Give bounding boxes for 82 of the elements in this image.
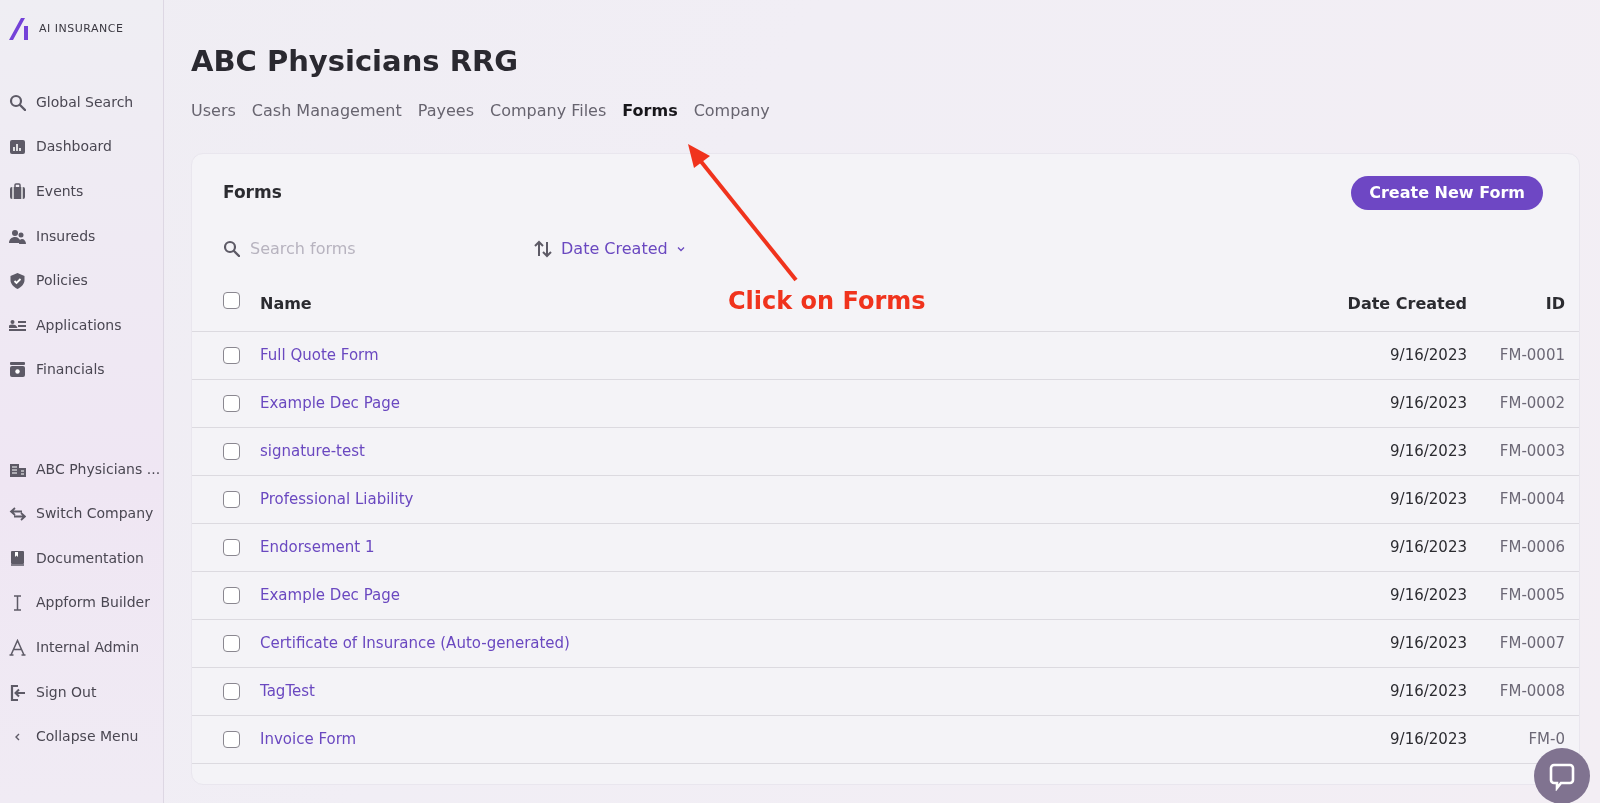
checkbox[interactable]: [223, 586, 240, 604]
people-icon: [9, 227, 26, 245]
page-title: ABC Physicians RRG: [191, 44, 520, 79]
sort-icon: [533, 238, 553, 259]
swap-arrows-icon: [9, 505, 26, 523]
search-icon: [223, 240, 240, 258]
table-cell-text: 9/16/2023: [1389, 633, 1467, 655]
sidebar-item[interactable]: Policies: [9, 258, 163, 303]
table-cell-text: FM-0002: [1498, 393, 1566, 415]
sidebar-item[interactable]: Documentation: [9, 536, 163, 581]
tab[interactable]: Company Files: [490, 98, 607, 123]
table-cell-text: FM-0004: [1498, 489, 1566, 511]
table-cell-text: 9/16/2023: [1389, 585, 1467, 607]
search-field[interactable]: Search forms: [248, 235, 488, 262]
serif-letter-icon: [9, 639, 26, 656]
annotation-text: Click on Forms: [728, 286, 926, 317]
create-form-button[interactable]: Create New Form: [1351, 175, 1543, 210]
logo-icon: [9, 18, 31, 40]
sidebar-item[interactable]: Appform Builder: [9, 580, 163, 626]
sidebar-item[interactable]: Sign Out: [9, 669, 163, 715]
table-cell-text: FM-0008: [1498, 681, 1566, 703]
column-header: Name: [260, 293, 312, 313]
checkbox[interactable]: [223, 394, 240, 412]
sidebar-item[interactable]: Collapse Menu: [9, 714, 163, 759]
sidebar-item[interactable]: Switch Company: [9, 491, 163, 537]
form-link[interactable]: Endorsement 1: [260, 538, 375, 557]
checkbox[interactable]: [223, 442, 240, 460]
shield-icon: [9, 272, 26, 290]
form-link[interactable]: Professional Liability: [260, 490, 414, 509]
wallet-icon: [9, 361, 26, 379]
table-cell-text: 9/16/2023: [1389, 489, 1467, 511]
chat-bubble-icon: [1547, 761, 1577, 791]
form-link[interactable]: signature-test: [260, 442, 365, 461]
briefcase-icon: [9, 183, 26, 200]
sidebar-item[interactable]: Internal Admin: [9, 625, 163, 670]
checkbox[interactable]: [223, 538, 240, 556]
search-icon: [9, 93, 26, 111]
checkbox[interactable]: [223, 490, 240, 508]
table-cell-text: 9/16/2023: [1389, 441, 1467, 463]
checkbox[interactable]: [223, 634, 240, 652]
tab[interactable]: Cash Management: [251, 98, 402, 123]
table-cell-text: FM-0005: [1498, 585, 1566, 607]
form-link[interactable]: Example Dec Page: [260, 394, 400, 413]
form-link[interactable]: Full Quote Form: [260, 346, 379, 365]
sidebar-item[interactable]: Financials: [9, 347, 163, 393]
table-cell-text: 9/16/2023: [1389, 537, 1467, 559]
table-cell-text: 9/16/2023: [1389, 345, 1467, 367]
tab[interactable]: Payees: [417, 98, 474, 123]
column-header: ID: [1544, 292, 1566, 315]
tab[interactable]: Company: [693, 98, 770, 123]
table-cell-text: FM-0: [1527, 729, 1566, 751]
sort-dropdown[interactable]: Date Created: [533, 236, 686, 261]
table-cell-text: 9/16/2023: [1389, 729, 1467, 751]
card-title: Forms: [223, 181, 282, 205]
table-cell-text: FM-0006: [1498, 537, 1566, 559]
table-cell-text: FM-0007: [1498, 633, 1566, 655]
book-icon: [9, 549, 26, 567]
select-all-checkbox[interactable]: [223, 291, 240, 309]
tab[interactable]: Forms: [622, 98, 678, 123]
logo-text: AI INSURANCE: [39, 20, 124, 37]
sidebar-item[interactable]: Events: [9, 169, 163, 214]
form-link[interactable]: Invoice Form: [260, 730, 357, 749]
sidebar-item[interactable]: Global Search: [9, 80, 163, 125]
form-link[interactable]: TagTest: [260, 682, 315, 701]
table-cell-text: FM-0003: [1498, 441, 1566, 463]
table-cell-text: 9/16/2023: [1389, 393, 1467, 415]
sidebar-item[interactable]: Dashboard: [9, 124, 163, 170]
form-link[interactable]: Example Dec Page: [260, 586, 400, 605]
sidebar-item[interactable]: ABC Physicians ...: [9, 446, 163, 492]
tab[interactable]: Users: [191, 98, 236, 123]
sign-out-icon: [9, 683, 26, 701]
checkbox[interactable]: [223, 730, 240, 748]
chart-icon: [9, 138, 26, 156]
form-link[interactable]: Certificate of Insurance (Auto-generated): [260, 634, 570, 653]
sidebar-item[interactable]: Insureds: [9, 213, 163, 259]
table-cell-text: FM-0001: [1498, 345, 1566, 367]
checkbox[interactable]: [223, 346, 240, 364]
chat-button[interactable]: [1534, 748, 1590, 803]
table-cell-text: 9/16/2023: [1389, 681, 1467, 703]
checkbox[interactable]: [223, 682, 240, 700]
column-header: Date Created: [1346, 292, 1467, 315]
sidebar-item[interactable]: Applications: [9, 302, 163, 348]
